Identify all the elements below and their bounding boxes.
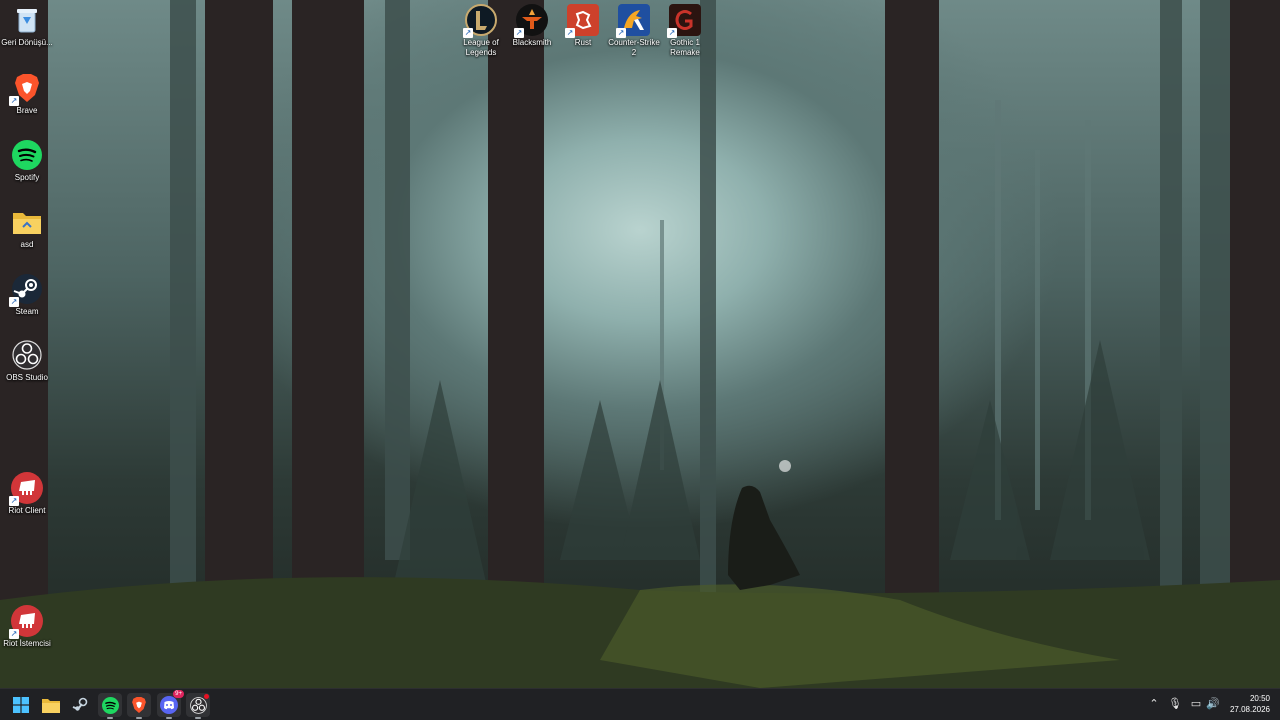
desktop-icon-label: Rust [574,38,592,47]
desktop-icon-asd-folder[interactable]: asd [0,206,54,250]
network-icon[interactable]: ▭ [1189,697,1203,711]
notification-badge: 9+ [173,690,184,698]
brave-icon: ↗ [9,72,43,106]
shortcut-arrow-icon: ↗ [565,28,575,38]
volume-icon[interactable]: 🔊 [1206,697,1220,711]
desktop-icon-gothic-1-remake[interactable]: ↗ Gothic 1 Remake [658,4,712,58]
shortcut-arrow-icon: ↗ [463,28,473,38]
desktop-icon-riot-istemcisi[interactable]: ↗ Riot İstemcisi [0,605,54,649]
shortcut-arrow-icon: ↗ [616,28,626,38]
desktop-icon-blacksmith[interactable]: ↗ Blacksmith [505,4,559,48]
spotify-icon [11,139,43,171]
desktop-icon-steam[interactable]: ↗ Steam [0,273,54,317]
windows-start-icon [13,697,29,713]
running-indicator [195,717,201,719]
clock-time: 20:50 [1249,694,1270,703]
clock-date: 27.08.2026 [1229,705,1270,714]
shortcut-arrow-icon: ↗ [514,28,524,38]
desktop-icon-label: League of Legends [463,38,499,57]
steam-icon: ↗ [9,273,43,307]
taskbar-spotify[interactable] [98,693,122,719]
spotify-icon [101,696,119,714]
desktop-icon-label: Brave [16,106,38,115]
taskbar-discord[interactable]: 9+ [157,690,184,719]
riot-client-icon: ↗ [9,605,43,639]
taskbar-steam[interactable] [68,693,92,717]
desktop-icon-riot-client[interactable]: ↗ Riot Client [0,472,54,516]
discord-icon [160,696,178,714]
taskbar-brave[interactable] [127,693,151,719]
shortcut-arrow-icon: ↗ [9,297,19,307]
desktop-icon-rust[interactable]: ↗ Rust [556,4,610,48]
start-button[interactable] [9,693,33,717]
obs-icon [189,696,207,714]
running-indicator [166,717,172,719]
shortcut-arrow-icon: ↗ [9,629,19,639]
taskbar-obs[interactable] [186,693,210,719]
obs-icon [11,339,43,371]
desktop-icon-label: Geri Dönüşü... [1,38,53,47]
desktop-icon-label: asd [20,240,34,249]
desktop-icon-counter-strike-2[interactable]: ↗ Counter-Strike 2 [607,4,661,58]
file-explorer-icon [42,698,60,713]
gothic-icon: ↗ [667,4,701,38]
desktop-icon-label: Riot Client [8,506,46,515]
desktop-icon-label: Gothic 1 Remake [670,38,700,57]
brave-icon [132,697,146,713]
desktop-icon-spotify[interactable]: Spotify [0,139,54,183]
counter-strike-icon: ↗ [616,4,650,38]
clock[interactable]: 20:50 27.08.2026 [1230,693,1270,715]
blacksmith-icon: ↗ [514,4,548,38]
folder-icon [11,206,43,238]
desktop-icon-brave[interactable]: ↗ Brave [0,72,54,116]
desktop-icon-league-of-legends[interactable]: ↗ League of Legends [454,4,508,58]
desktop[interactable]: Geri Dönüşü... ↗ Brave Spotify asd ↗ Ste… [0,0,1280,688]
rust-icon: ↗ [565,4,599,38]
desktop-icon-label: Steam [15,307,39,316]
recycle-bin-icon [11,4,43,36]
running-indicator [107,717,113,719]
desktop-icon-label: Blacksmith [512,38,552,47]
steam-icon [72,697,88,711]
shortcut-arrow-icon: ↗ [9,496,19,506]
microphone-icon[interactable]: 🎙 [1168,697,1182,711]
taskbar: 9+ ⌃ 🎙 ▭ 🔊 20:50 27.08.2026 [0,688,1280,720]
taskbar-file-explorer[interactable] [39,693,63,717]
desktop-icon-label: Riot İstemcisi [3,639,51,648]
desktop-icon-obs-studio[interactable]: OBS Studio [0,339,54,383]
riot-client-icon: ↗ [9,472,43,506]
league-of-legends-icon: ↗ [463,4,497,38]
recording-dot [204,694,209,699]
forest-wallpaper [0,0,1280,688]
desktop-icon-label: OBS Studio [6,373,48,382]
desktop-icon-recycle-bin[interactable]: Geri Dönüşü... [0,4,54,48]
shortcut-arrow-icon: ↗ [667,28,677,38]
shortcut-arrow-icon: ↗ [9,96,19,106]
desktop-icon-label: Counter-Strike 2 [608,38,660,57]
running-indicator [136,717,142,719]
chevron-up-icon[interactable]: ⌃ [1147,697,1161,711]
desktop-icon-label: Spotify [14,173,40,182]
